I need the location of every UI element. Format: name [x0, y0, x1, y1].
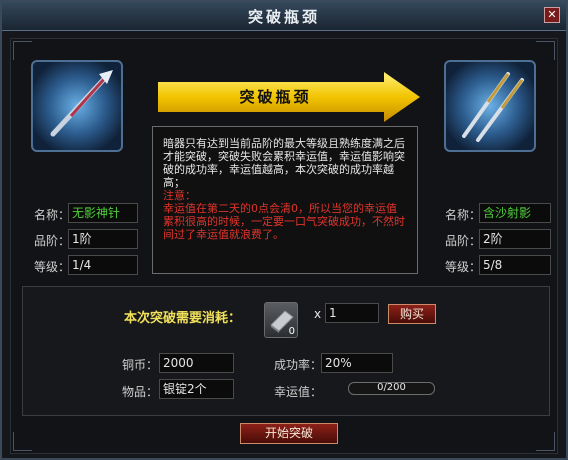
- times-sign: x: [314, 307, 322, 321]
- quantity-input[interactable]: 1: [325, 303, 379, 323]
- left-level-label: 等级：: [34, 260, 71, 274]
- needle-weapon-icon: [50, 70, 113, 137]
- left-name-value: 无影神针: [68, 203, 138, 223]
- corner-ornament: [13, 41, 32, 60]
- corner-ornament: [536, 432, 555, 451]
- title-bar[interactable]: 突破瓶颈 ✕: [2, 2, 566, 31]
- corner-ornament: [536, 41, 555, 60]
- breakthrough-window: 突破瓶颈 ✕ 突破瓶颈 暗器只有达到当前品阶的最大等级且熟练度满之后才能突破，突…: [0, 0, 568, 460]
- description-box: 暗器只有达到当前品阶的最大等级且熟练度满之后才能突破，突破失败会累积幸运值，幸运…: [152, 126, 418, 274]
- cost-title: 本次突破需要消耗：: [124, 311, 242, 326]
- close-button[interactable]: ✕: [544, 7, 560, 23]
- banner-label: 突破瓶颈: [239, 88, 312, 106]
- right-grade-value: 2阶: [479, 229, 551, 249]
- item-value: 银锭2个: [159, 379, 234, 399]
- left-grade-label: 品阶：: [34, 234, 71, 248]
- right-grade-label: 品阶：: [445, 234, 482, 248]
- left-name-label: 名称：: [34, 208, 71, 222]
- left-grade-value: 1阶: [68, 229, 138, 249]
- luck-label: 幸运值：: [274, 385, 323, 399]
- item-label: 物品：: [122, 385, 159, 399]
- copper-label: 铜币：: [122, 358, 159, 372]
- left-level-value: 1/4: [68, 255, 138, 275]
- right-name-label: 名称：: [445, 208, 482, 222]
- right-name-value: 含沙射影: [479, 203, 551, 223]
- description-text: 暗器只有达到当前品阶的最大等级且熟练度满之后才能突破，突破失败会累积幸运值，幸运…: [163, 137, 405, 189]
- twin-dart-weapon-icon: [462, 72, 524, 142]
- success-rate-label: 成功率：: [274, 358, 323, 372]
- current-weapon-portrait: [31, 60, 123, 152]
- start-breakthrough-button[interactable]: 开始突破: [240, 423, 338, 444]
- buy-button[interactable]: 购买: [388, 304, 436, 324]
- success-rate-value: 20%: [321, 353, 393, 373]
- luck-progress-bar: 0/200: [348, 382, 435, 395]
- right-level-value: 5/8: [479, 255, 551, 275]
- next-weapon-portrait: [444, 60, 536, 152]
- corner-ornament: [13, 432, 32, 451]
- silver-ingot-slot[interactable]: 0: [264, 302, 298, 338]
- right-level-label: 等级：: [445, 260, 482, 274]
- copper-value: 2000: [159, 353, 234, 373]
- luck-progress-text: 0/200: [377, 382, 406, 393]
- window-title: 突破瓶颈: [247, 8, 320, 26]
- note-title: 注意：: [163, 189, 196, 202]
- note-text: 幸运值在第二天的0点会清0，所以当您的幸运值累积很高的时候，一定要一口气突破成功…: [163, 202, 405, 241]
- item-count: 0: [288, 326, 295, 337]
